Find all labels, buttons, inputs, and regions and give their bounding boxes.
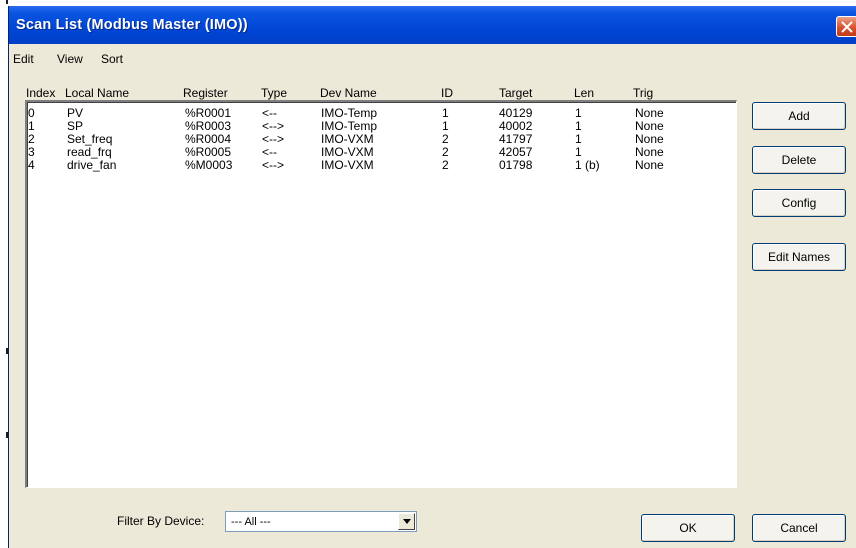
edit-names-button[interactable]: Edit Names <box>752 243 846 271</box>
add-button[interactable]: Add <box>752 102 846 130</box>
row-id: 2 <box>442 158 449 172</box>
column-header-local-name[interactable]: Local Name <box>65 86 129 100</box>
title-bar[interactable]: Scan List (Modbus Master (IMO)) <box>9 6 856 44</box>
ok-button[interactable]: OK <box>641 514 735 542</box>
row-len: 1 (b) <box>575 158 600 172</box>
close-button[interactable] <box>836 16 856 37</box>
row-local-name: drive_fan <box>67 158 117 172</box>
scan-list-dialog: Scan List (Modbus Master (IMO)) Edit Vie… <box>8 6 856 548</box>
column-header-index[interactable]: Index <box>26 86 55 100</box>
edge-mark <box>6 0 8 4</box>
filter-by-device-label: Filter By Device: <box>117 514 205 528</box>
row-trig: None <box>635 158 664 172</box>
column-header-len[interactable]: Len <box>574 86 594 100</box>
scan-list-table[interactable] <box>25 100 737 488</box>
row-type: <--> <box>262 158 285 172</box>
dropdown-button[interactable] <box>398 513 415 530</box>
window-title: Scan List (Modbus Master (IMO)) <box>16 17 248 33</box>
column-header-id[interactable]: ID <box>441 86 453 100</box>
column-header-register[interactable]: Register <box>183 86 228 100</box>
row-dev-name: IMO-VXM <box>321 158 374 172</box>
menu-edit[interactable]: Edit <box>13 52 34 66</box>
filter-device-select[interactable]: --- All --- <box>225 511 417 532</box>
menu-sort[interactable]: Sort <box>101 52 123 66</box>
dropdown-arrow-icon <box>403 519 411 524</box>
column-header-target[interactable]: Target <box>499 86 532 100</box>
close-icon <box>841 21 853 33</box>
config-button[interactable]: Config <box>752 189 846 217</box>
column-header-dev-name[interactable]: Dev Name <box>320 86 377 100</box>
row-register: %M0003 <box>185 158 233 172</box>
column-header-type[interactable]: Type <box>261 86 287 100</box>
desktop-edge <box>0 0 8 548</box>
filter-selected-value: --- All --- <box>231 516 271 528</box>
row-target: 01798 <box>499 158 533 172</box>
menu-view[interactable]: View <box>57 52 83 66</box>
cancel-button[interactable]: Cancel <box>752 514 846 542</box>
delete-button[interactable]: Delete <box>752 146 846 174</box>
row-index: 4 <box>28 158 35 172</box>
menu-bar: Edit View Sort <box>9 44 856 72</box>
column-header-trig[interactable]: Trig <box>633 86 653 100</box>
